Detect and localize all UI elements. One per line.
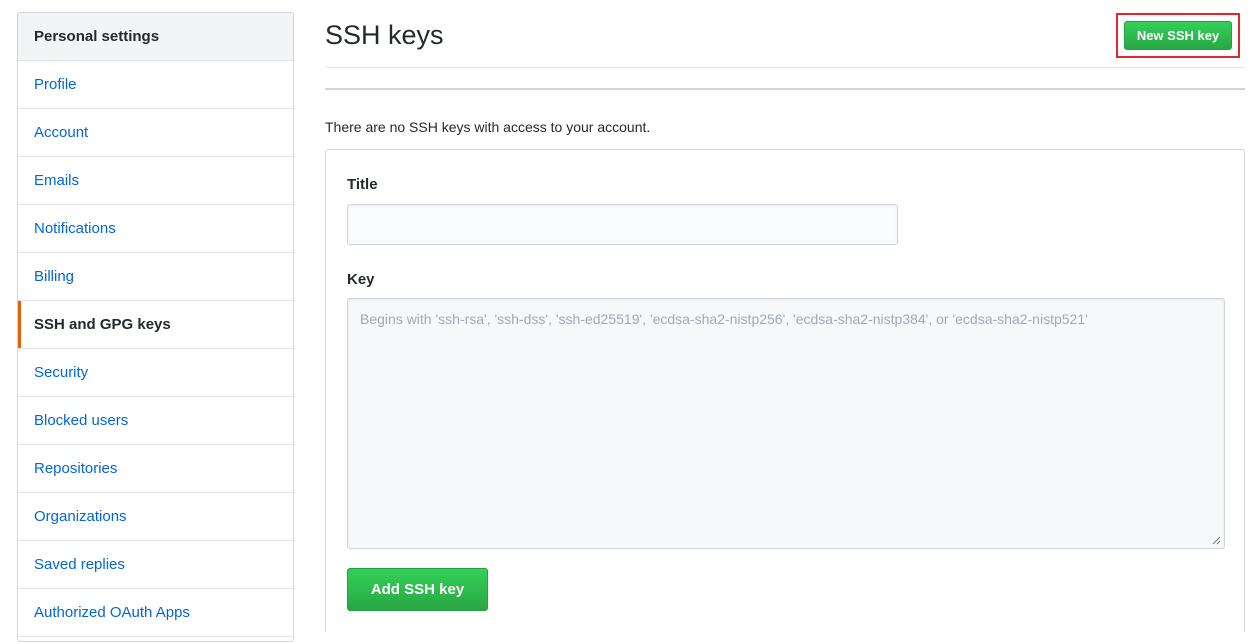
add-ssh-key-form: Title Key Begins with 'ssh-rsa', 'ssh-ds… [325, 149, 1245, 632]
sidebar-item-security[interactable]: Security [18, 349, 293, 397]
key-textarea[interactable]: Begins with 'ssh-rsa', 'ssh-dss', 'ssh-e… [347, 298, 1225, 549]
sidebar-item-repositories[interactable]: Repositories [18, 445, 293, 493]
sidebar-item-ssh-gpg-keys[interactable]: SSH and GPG keys [18, 301, 293, 349]
title-divider [325, 67, 1245, 68]
sidebar-item-notifications[interactable]: Notifications [18, 205, 293, 253]
empty-state-message: There are no SSH keys with access to you… [325, 119, 651, 135]
sidebar-item-saved-replies[interactable]: Saved replies [18, 541, 293, 589]
sidebar-item-authorized-oauth-apps[interactable]: Authorized OAuth Apps [18, 589, 293, 637]
title-label: Title [347, 176, 378, 193]
sidebar-header: Personal settings [18, 13, 293, 61]
sidebar-item-organizations[interactable]: Organizations [18, 493, 293, 541]
add-ssh-key-button[interactable]: Add SSH key [347, 568, 488, 611]
section-divider [325, 88, 1245, 90]
page-title: SSH keys [325, 20, 444, 50]
settings-sidebar: Personal settings Profile Account Emails… [17, 12, 294, 642]
title-input[interactable] [347, 204, 898, 245]
new-ssh-key-highlight: New SSH key [1116, 13, 1240, 58]
resize-grip-icon[interactable] [1212, 536, 1221, 545]
sidebar-item-emails[interactable]: Emails [18, 157, 293, 205]
new-ssh-key-button[interactable]: New SSH key [1124, 21, 1232, 50]
sidebar-item-profile[interactable]: Profile [18, 61, 293, 109]
sidebar-item-account[interactable]: Account [18, 109, 293, 157]
key-placeholder: Begins with 'ssh-rsa', 'ssh-dss', 'ssh-e… [360, 311, 1088, 327]
sidebar-item-blocked-users[interactable]: Blocked users [18, 397, 293, 445]
main-content: SSH keys New SSH key There are no SSH ke… [325, 0, 1245, 632]
sidebar-item-billing[interactable]: Billing [18, 253, 293, 301]
key-label: Key [347, 271, 375, 288]
